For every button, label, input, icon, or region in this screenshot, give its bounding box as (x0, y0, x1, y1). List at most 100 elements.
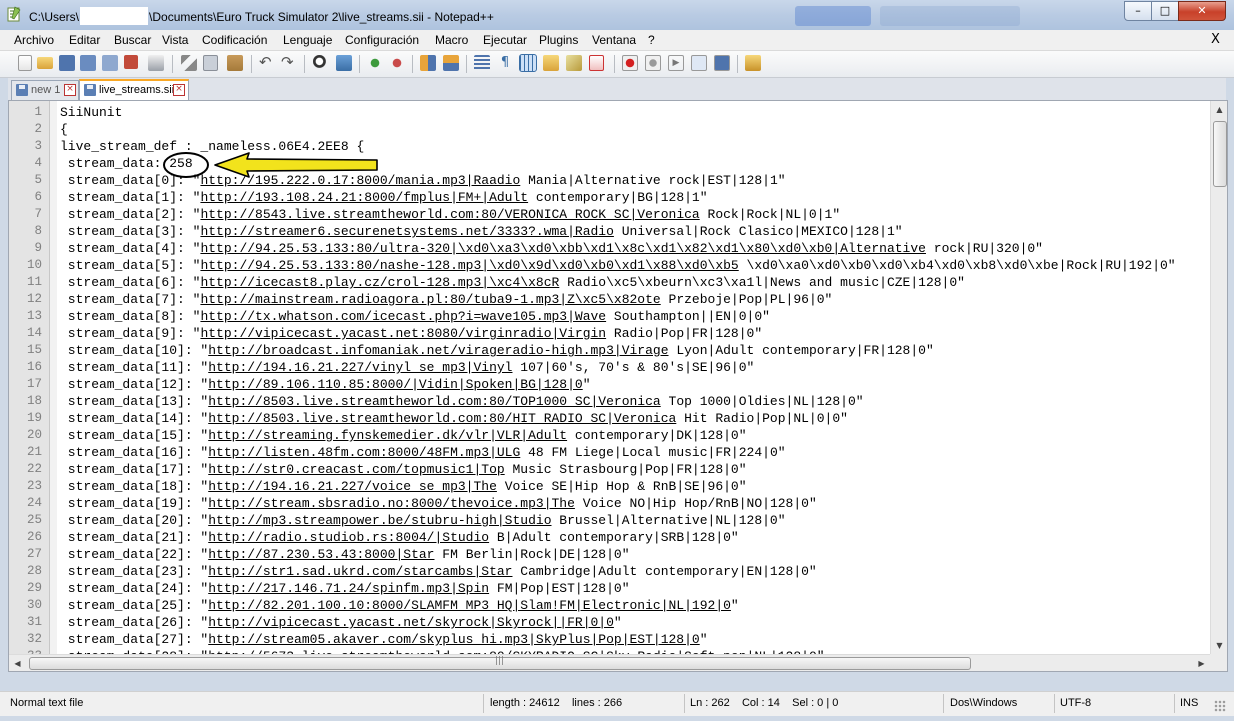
stream-url-link[interactable]: http://87.230.53.43:8000|Star (208, 547, 434, 562)
stream-url-link[interactable]: http://89.106.110.85:8000/|Vidin|Spoken|… (208, 377, 582, 392)
stream-url-link[interactable]: http://194.16.21.227/voice_se_mp3|The (208, 479, 497, 494)
menu-ventana[interactable]: Ventana (592, 33, 636, 47)
stream-url-link[interactable]: http://str0.creacast.com/topmusic1|Top (208, 462, 504, 477)
sync-vertical-icon[interactable] (420, 55, 436, 71)
paste-icon[interactable] (227, 55, 243, 71)
stream-url-link[interactable]: http://tx.whatson.com/icecast.php?i=wave… (200, 309, 606, 324)
cut-icon[interactable] (181, 55, 197, 71)
stream-url-link[interactable]: http://broadcast.infomaniak.net/viragera… (208, 343, 668, 358)
close-all-icon[interactable] (124, 55, 138, 69)
scroll-up-icon[interactable]: ▲ (1211, 101, 1227, 118)
stream-url-link[interactable]: http://icecast8.play.cz/crol-128.mp3|\xc… (200, 275, 559, 290)
code-line: 22 stream_data[17]: "http://str0.creacas… (9, 461, 1209, 478)
stream-url-link[interactable]: http://8543.live.streamtheworld.com:80/V… (200, 207, 699, 222)
line-text: stream_data[10]: "http://broadcast.infom… (60, 342, 934, 359)
stream-url-link[interactable]: http://listen.48fm.com:8000/48FM.mp3|ULG (208, 445, 520, 460)
close-icon[interactable] (102, 55, 118, 71)
stream-url-link[interactable]: http://vipicecast.yacast.net/skyrock|Sky… (208, 615, 614, 630)
stream-url-link[interactable]: http://82.201.100.10:8000/SLAMFM_MP3_HQ|… (208, 598, 731, 613)
menu-help[interactable]: ? (648, 33, 655, 47)
undo-icon[interactable]: ↶ (259, 55, 275, 71)
stream-url-link[interactable]: http://8503.live.streamtheworld.com:80/T… (208, 394, 660, 409)
print-icon[interactable] (148, 55, 164, 71)
find-icon[interactable] (313, 55, 329, 71)
stream-url-link[interactable]: http://193.108.24.21:8000/fmplus|FM+|Adu… (200, 190, 528, 205)
horizontal-scrollbar[interactable]: ◀ ||| ▶ (9, 654, 1210, 671)
replace-icon[interactable] (336, 55, 352, 71)
stop-record-icon[interactable] (645, 55, 661, 71)
vertical-scrollbar[interactable]: ▲ ▼ (1210, 101, 1227, 654)
record-macro-icon[interactable] (622, 55, 638, 71)
zoom-in-icon[interactable] (367, 55, 383, 71)
code-text: Music Strasbourg|Pop|FR|128|0" (504, 462, 747, 477)
scroll-left-icon[interactable]: ◀ (9, 655, 26, 671)
minimize-button[interactable]: – (1124, 1, 1152, 21)
save-all-icon[interactable] (80, 55, 96, 71)
horizontal-scroll-thumb[interactable]: ||| (29, 656, 971, 670)
stream-url-link[interactable]: http://8503.live.streamtheworld.com:80/H… (208, 411, 676, 426)
stream-url-link[interactable]: http://stream.sbsradio.no:8000/thevoice.… (208, 496, 575, 511)
toolbar-separator (251, 55, 252, 73)
scroll-down-icon[interactable]: ▼ (1211, 637, 1227, 654)
save-icon[interactable] (59, 55, 75, 71)
tab-live-streams[interactable]: live_streams.sii × (79, 79, 189, 102)
word-wrap-icon[interactable] (474, 55, 490, 71)
line-number: 32 (26, 632, 42, 646)
stream-url-link[interactable]: http://stream05.akaver.com/skyplus_hi.mp… (208, 632, 699, 647)
tab-new-1[interactable]: new 1 × (11, 80, 79, 100)
status-length: length : 24612 lines : 266 (490, 697, 623, 709)
scroll-right-icon[interactable]: ▶ (1193, 655, 1210, 671)
stream-url-link[interactable]: http://217.146.71.24/spinfm.mp3|Spin (208, 581, 489, 596)
stream-url-link[interactable]: http://str1.sad.ukrd.com/starcambs|Star (208, 564, 512, 579)
tab-close-icon[interactable]: × (64, 84, 76, 96)
stream-url-link[interactable]: http://94.25.53.133:80/nashe-128.mp3|\xd… (200, 258, 738, 273)
menu-lenguaje[interactable]: Lenguaje (283, 33, 332, 47)
stream-url-link[interactable]: http://streamer6.securenetsystems.net/33… (200, 224, 613, 239)
code-text: Hit Radio|Pop|NL|0|0" (676, 411, 848, 426)
line-text: stream_data[14]: "http://8503.live.strea… (60, 410, 848, 427)
plugin-icon[interactable] (745, 55, 761, 71)
stream-url-link[interactable]: http://radio.studiob.rs:8004/|Studio (208, 530, 489, 545)
text-editor[interactable]: 1 SiiNunit 2{3 live_stream_def : _nameless.… (8, 100, 1228, 672)
stream-url-link[interactable]: http://195.222.0.17:8000/mania.mp3|Raadi… (200, 173, 520, 188)
run-macro-multiple-icon[interactable] (691, 55, 707, 71)
close-document-button[interactable]: X (1211, 32, 1220, 47)
stream-url-link[interactable]: http://vipicecast.yacast.net:8080/virgin… (200, 326, 606, 341)
new-file-icon[interactable] (18, 55, 32, 71)
maximize-button[interactable]: □ (1151, 1, 1179, 21)
stream-url-link[interactable]: http://94.25.53.133:80/ultra-320|\xd0\xa… (200, 241, 926, 256)
play-macro-icon[interactable]: ▶ (668, 55, 684, 71)
menu-plugins[interactable]: Plugins (539, 33, 578, 47)
stream-url-link[interactable]: http://mainstream.radioagora.pl:80/tuba9… (200, 292, 660, 307)
code-lines: 1 SiiNunit 2{3 live_stream_def : _nameless.… (9, 104, 1209, 665)
zoom-out-icon[interactable] (389, 55, 405, 71)
tab-close-icon[interactable]: × (173, 84, 185, 96)
document-map-icon[interactable] (543, 55, 559, 71)
line-number: 26 (26, 530, 42, 544)
sync-horizontal-icon[interactable] (443, 55, 459, 71)
copy-icon[interactable] (203, 55, 218, 71)
menu-buscar[interactable]: Buscar (114, 33, 151, 47)
menu-configuracion[interactable]: Configuración (345, 33, 419, 47)
function-list-icon[interactable] (566, 55, 582, 71)
menu-archivo[interactable]: Archivo (14, 33, 54, 47)
menu-codificacion[interactable]: Codificación (202, 33, 267, 47)
folder-workspace-icon[interactable] (589, 55, 604, 71)
title-path-suffix: \Documents\Euro Truck Simulator 2\live_s… (149, 10, 494, 24)
close-window-button[interactable]: ✕ (1178, 1, 1226, 21)
menu-macro[interactable]: Macro (435, 33, 468, 47)
menu-ejecutar[interactable]: Ejecutar (483, 33, 527, 47)
open-file-icon[interactable] (37, 57, 53, 69)
stream-url-link[interactable]: http://mp3.streampower.be/stubru-high|St… (208, 513, 551, 528)
show-all-chars-icon[interactable]: ¶ (497, 55, 513, 71)
vertical-scroll-thumb[interactable] (1213, 121, 1227, 187)
menu-editar[interactable]: Editar (69, 33, 100, 47)
stream-url-link[interactable]: http://streaming.fynskemedier.dk/vlr|VLR… (208, 428, 567, 443)
status-eol: Dos\Windows (950, 697, 1018, 709)
indent-guide-icon[interactable] (519, 54, 537, 72)
save-macro-icon[interactable] (714, 55, 730, 71)
redo-icon[interactable]: ↷ (281, 55, 297, 71)
stream-url-link[interactable]: http://194.16.21.227/vinyl_se_mp3|Vinyl (208, 360, 512, 375)
resize-grip-icon[interactable] (1214, 700, 1226, 712)
menu-vista[interactable]: Vista (162, 33, 188, 47)
